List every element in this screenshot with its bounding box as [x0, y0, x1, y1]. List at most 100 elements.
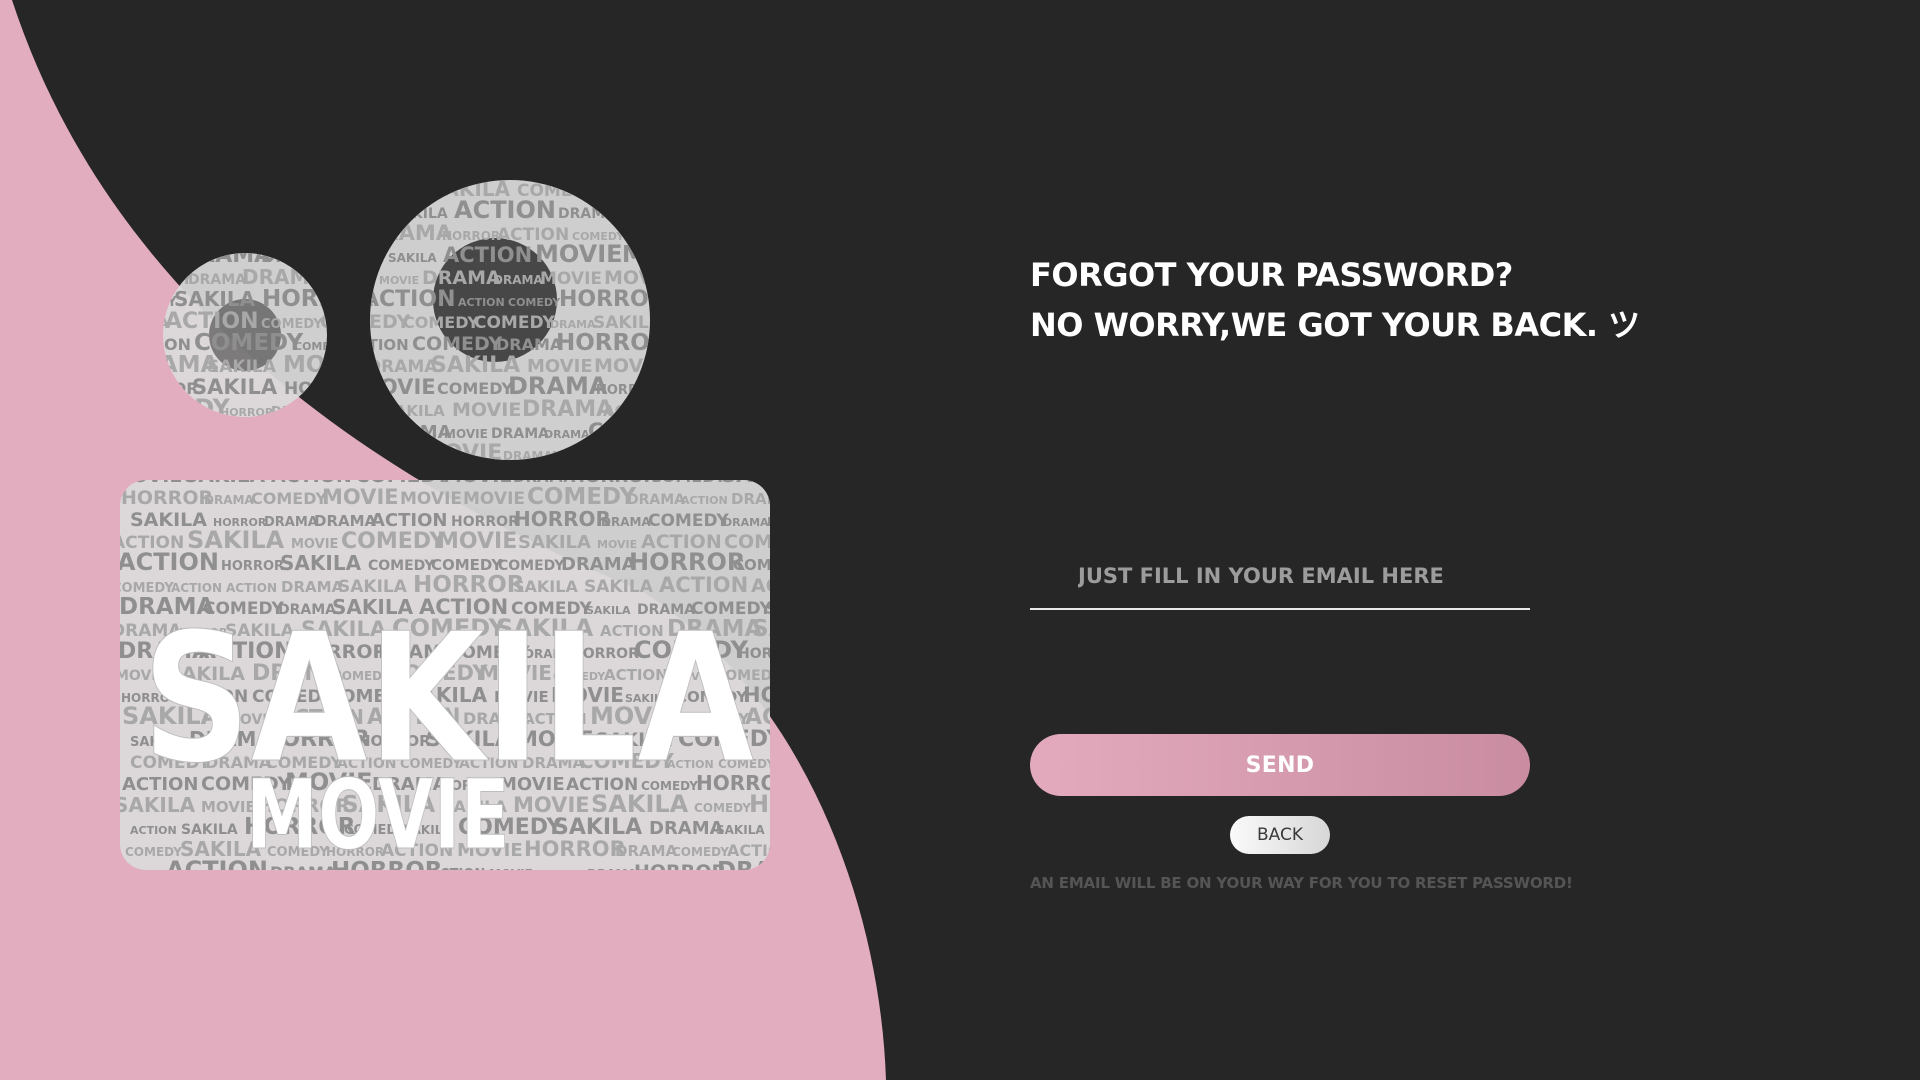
word-cloud-word: SAKILA [174, 287, 256, 311]
word-cloud-word: MOVIE [463, 489, 525, 509]
word-cloud-word: SAKILA [752, 616, 845, 642]
word-cloud-word: MOVIE [689, 448, 740, 464]
word-cloud-word: HORROR [250, 185, 308, 199]
word-cloud-word: ACTION [175, 181, 247, 201]
word-cloud-word: MOVIE [283, 352, 367, 378]
word-cloud-word: COMEDY [412, 333, 502, 355]
word-cloud-word: MOVIE [164, 228, 215, 244]
word-cloud-word: SAKILA [207, 357, 277, 377]
word-cloud-word: COMEDY [733, 556, 805, 574]
word-cloud-word: SAKILA [716, 823, 765, 837]
word-cloud-word: DRAMA [544, 428, 590, 441]
word-cloud-word: HORROR [723, 426, 791, 442]
word-cloud-word: COMEDY [727, 330, 836, 356]
word-cloud-word: HORROR [743, 683, 845, 707]
word-cloud-word: COMEDY [437, 379, 513, 398]
word-cloud-word: HORROR [121, 487, 213, 509]
word-cloud-word: ACTION [550, 449, 601, 463]
word-cloud-word: MOVIE [437, 529, 517, 554]
word-cloud-word: HORROR [629, 548, 745, 576]
word-cloud-word: MOVIE [274, 207, 321, 222]
word-cloud-word: COMEDY [403, 313, 479, 332]
word-cloud-word: MOVIE [444, 427, 488, 441]
word-cloud-word: HORROR [221, 559, 284, 574]
word-cloud-word: SAKILA [280, 551, 362, 575]
word-cloud-word: SAKILA [664, 357, 734, 377]
word-cloud-word: SAKILA [316, 272, 373, 288]
word-cloud-word: DRAMA [615, 842, 678, 860]
word-cloud-word: DRAMA [491, 426, 549, 442]
word-cloud-word: DRAMA [188, 272, 246, 288]
email-input[interactable] [1030, 546, 1530, 606]
word-cloud-word: COMEDY [320, 311, 410, 333]
word-cloud-word: DRAMA [367, 357, 438, 377]
word-cloud-word: HORROR [451, 514, 519, 530]
word-cloud-word: COMEDY [474, 313, 555, 333]
word-cloud-word: COMEDY [680, 180, 766, 201]
word-cloud-word: HORROR [284, 379, 366, 399]
word-cloud-word: DRAMA [627, 492, 685, 508]
back-button[interactable]: BACK [1230, 816, 1330, 854]
word-cloud-word: COMEDY [251, 489, 327, 508]
word-cloud-word: COMEDY [588, 419, 688, 443]
word-cloud-word: HORROR [656, 335, 734, 354]
word-cloud-word: MOVIE [443, 465, 512, 487]
word-cloud-word: ACTION [130, 824, 177, 837]
word-cloud-word: MOVIE [540, 269, 602, 289]
word-cloud-word: SAKILA [706, 245, 783, 267]
word-cloud-word: ACTION [325, 250, 385, 266]
heading-line-1: FORGOT YOUR PASSWORD? [1030, 256, 1513, 294]
word-cloud-word: ACTION [659, 573, 748, 597]
page-heading: FORGOT YOUR PASSWORD? NO WORRY,WE GOT YO… [1030, 250, 1670, 350]
word-cloud-word: ACTION [603, 402, 667, 420]
word-cloud-word: SAKILA [669, 314, 730, 332]
send-button[interactable]: SEND [1030, 734, 1530, 796]
word-cloud-word: SAKILA [431, 353, 520, 378]
word-cloud-word: SAKILA [181, 822, 238, 838]
word-cloud-word: DRAMA [422, 267, 501, 289]
word-cloud-word: COMEDY [740, 350, 854, 378]
word-cloud-word: DRAMA [670, 396, 765, 422]
word-cloud-word: SAKILA [584, 577, 654, 597]
word-cloud-word: ACTION [458, 296, 505, 309]
word-cloud-word: HORROR [559, 287, 666, 312]
word-cloud-word: MOVIE [622, 242, 706, 268]
reset-info-note: AN EMAIL WILL BE ON YOUR WAY FOR YOU TO … [1030, 874, 1573, 892]
word-cloud-word: DRAMA [508, 372, 608, 400]
word-cloud-word: DRAMA [723, 516, 769, 529]
word-cloud-word: DRAMA [623, 221, 706, 245]
word-cloud-word: DRAMA [204, 493, 254, 507]
word-cloud-word: SAKILA [766, 600, 827, 618]
word-cloud-word: DRAMA [281, 578, 344, 596]
word-cloud-word: DRAMA [314, 512, 377, 530]
word-cloud-word: DRAMA [731, 490, 794, 508]
word-cloud-word: MOVIE [305, 179, 374, 201]
word-cloud-word: DRAMA [324, 202, 399, 223]
word-cloud-word: HORROR [442, 229, 500, 243]
word-cloud-word: DRAMA [376, 184, 434, 200]
word-cloud-word: DRAMA [674, 273, 724, 287]
word-cloud-word: SAKILA [721, 463, 807, 487]
word-cloud-word: DRAMA [759, 185, 813, 200]
word-cloud-word: HORROR [596, 383, 659, 398]
word-cloud-word: HORROR [612, 204, 685, 222]
word-cloud-word: ACTION [714, 378, 790, 399]
word-cloud-word: ACTION [749, 291, 821, 311]
word-cloud-word: COMEDY [672, 845, 729, 859]
word-cloud-word: DRAMA [503, 449, 553, 463]
sakila-camera-logo-art: HORRORACTION HORRORMOVIE DRAMASAKILA COMEDY… [0, 0, 886, 1080]
word-cloud-word: HORROR [514, 507, 611, 531]
word-cloud-word: ACTION [281, 223, 362, 245]
logo-sub-word: MOVIE [246, 759, 510, 871]
word-cloud-word: DRAMA [705, 296, 751, 309]
word-cloud-word: COMEDY [694, 801, 751, 815]
word-cloud-word: MOVIE [291, 537, 338, 552]
word-cloud-word: MOVIE [422, 441, 502, 466]
word-cloud-word: DRAMA [561, 554, 636, 575]
word-cloud-word: MOVIE [452, 399, 521, 421]
word-cloud-word: COMEDY [508, 296, 561, 309]
word-cloud-word: ACTION [751, 575, 832, 597]
word-cloud-word: SAKILA [388, 251, 437, 265]
word-cloud-word: ACTION [443, 243, 532, 267]
word-cloud-word: ACTION [592, 177, 677, 201]
